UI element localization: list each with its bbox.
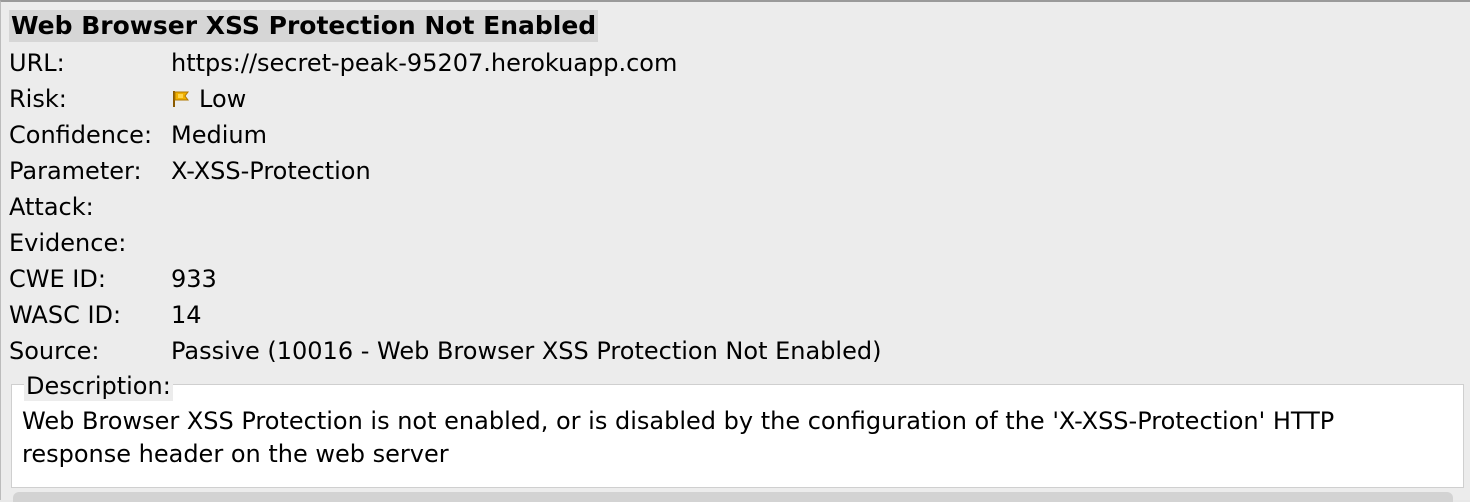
risk-row: Risk: Low [9,81,246,117]
description-legend: Description: [24,371,173,401]
source-value: Passive (10016 - Web Browser XSS Protect… [171,337,882,365]
alert-details-panel: Web Browser XSS Protection Not Enabled U… [0,0,1470,502]
horizontal-scrollbar[interactable] [13,492,1453,502]
parameter-value: X-XSS-Protection [171,157,371,185]
evidence-row: Evidence: [9,225,171,261]
source-label: Source: [9,337,100,365]
confidence-label: Confidence: [9,121,153,149]
parameter-label: Parameter: [9,157,142,185]
low-risk-flag-icon [173,91,189,107]
evidence-label: Evidence: [9,229,127,257]
confidence-value: Medium [171,121,267,149]
parameter-row: Parameter: X-XSS-Protection [9,153,371,189]
cwe-id-label: CWE ID: [9,265,106,293]
description-box: Description: Web Browser XSS Protection … [11,371,1464,488]
attack-row: Attack: [9,189,171,225]
url-label: URL: [9,49,65,77]
attack-label: Attack: [9,193,94,221]
url-value: https://secret-peak-95207.herokuapp.com [171,49,678,77]
url-row: URL: https://secret-peak-95207.herokuapp.… [9,45,677,81]
wasc-id-label: WASC ID: [9,301,122,329]
risk-label: Risk: [9,85,67,113]
risk-value-group: Low [171,81,246,117]
description-text: Web Browser XSS Protection is not enable… [22,407,1335,468]
source-row: Source: Passive (10016 - Web Browser XSS … [9,333,881,369]
risk-value: Low [199,85,247,113]
confidence-row: Confidence: Medium [9,117,267,153]
cwe-id-row: CWE ID: 933 [9,261,217,297]
wasc-id-row: WASC ID: 14 [9,297,202,333]
cwe-id-value: 933 [171,265,217,293]
wasc-id-value: 14 [171,301,202,329]
alert-title: Web Browser XSS Protection Not Enabled [9,10,599,42]
